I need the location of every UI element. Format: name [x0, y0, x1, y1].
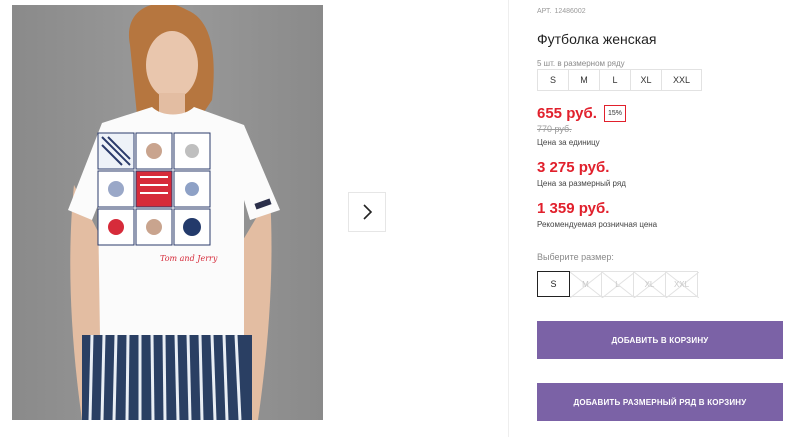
model-image: Tom and Jerry — [68, 5, 280, 420]
gallery-next-button[interactable] — [348, 192, 386, 232]
unit-price-caption: Цена за единицу — [537, 138, 600, 147]
add-pack-to-cart-button[interactable]: ДОБАВИТЬ РАЗМЕРНЫЙ РЯД В КОРЗИНУ — [537, 383, 783, 421]
size-option-label: XXL — [673, 279, 690, 289]
size-option-label: S — [550, 279, 557, 289]
sku: АРТ. 12486002 — [537, 8, 589, 15]
pack-size-cell: S — [537, 69, 569, 91]
size-option-xl[interactable]: XL — [633, 271, 667, 298]
size-option-label: L — [615, 279, 620, 289]
size-option-m[interactable]: M — [569, 271, 603, 298]
choose-size-label: Выберите размер: — [537, 252, 614, 262]
unit-price: 655 руб. — [537, 105, 597, 122]
size-option-label: XL — [644, 279, 655, 289]
chevron-right-icon — [363, 204, 373, 220]
size-option-l[interactable]: L — [601, 271, 635, 298]
discount-badge: 15% — [603, 105, 626, 122]
retail-price-caption: Рекомендуемая розничная цена — [537, 220, 658, 229]
panel-divider — [508, 0, 509, 437]
pack-price: 3 275 руб. — [537, 159, 610, 176]
pack-sizes: S M L XL XXL — [537, 69, 702, 91]
product-title: Футболка женская — [537, 31, 657, 47]
size-option-xxl[interactable]: XXL — [665, 271, 699, 298]
pack-size-cell: M — [568, 69, 600, 91]
retail-price: 1 359 руб. — [537, 200, 610, 217]
pack-price-caption: Цена за размерный ряд — [537, 179, 626, 188]
pack-size-cell: XL — [630, 69, 662, 91]
size-selector: S M L XL XXL — [537, 271, 699, 298]
sku-value: 12486002 — [554, 8, 586, 15]
size-option-s[interactable]: S — [537, 271, 570, 297]
pack-caption: 5 шт. в размерном ряду — [537, 59, 625, 68]
product-photo: Tom and Jerry — [12, 5, 323, 420]
unit-price-row: 655 руб. 15% — [537, 105, 626, 122]
pack-size-cell: XXL — [661, 69, 702, 91]
size-option-label: M — [582, 279, 589, 289]
old-price: 770 руб. — [537, 124, 572, 134]
pack-size-cell: L — [599, 69, 631, 91]
add-to-cart-button[interactable]: ДОБАВИТЬ В КОРЗИНУ — [537, 321, 783, 359]
sku-label: АРТ. — [537, 8, 552, 15]
svg-text:Tom and Jerry: Tom and Jerry — [160, 254, 218, 263]
